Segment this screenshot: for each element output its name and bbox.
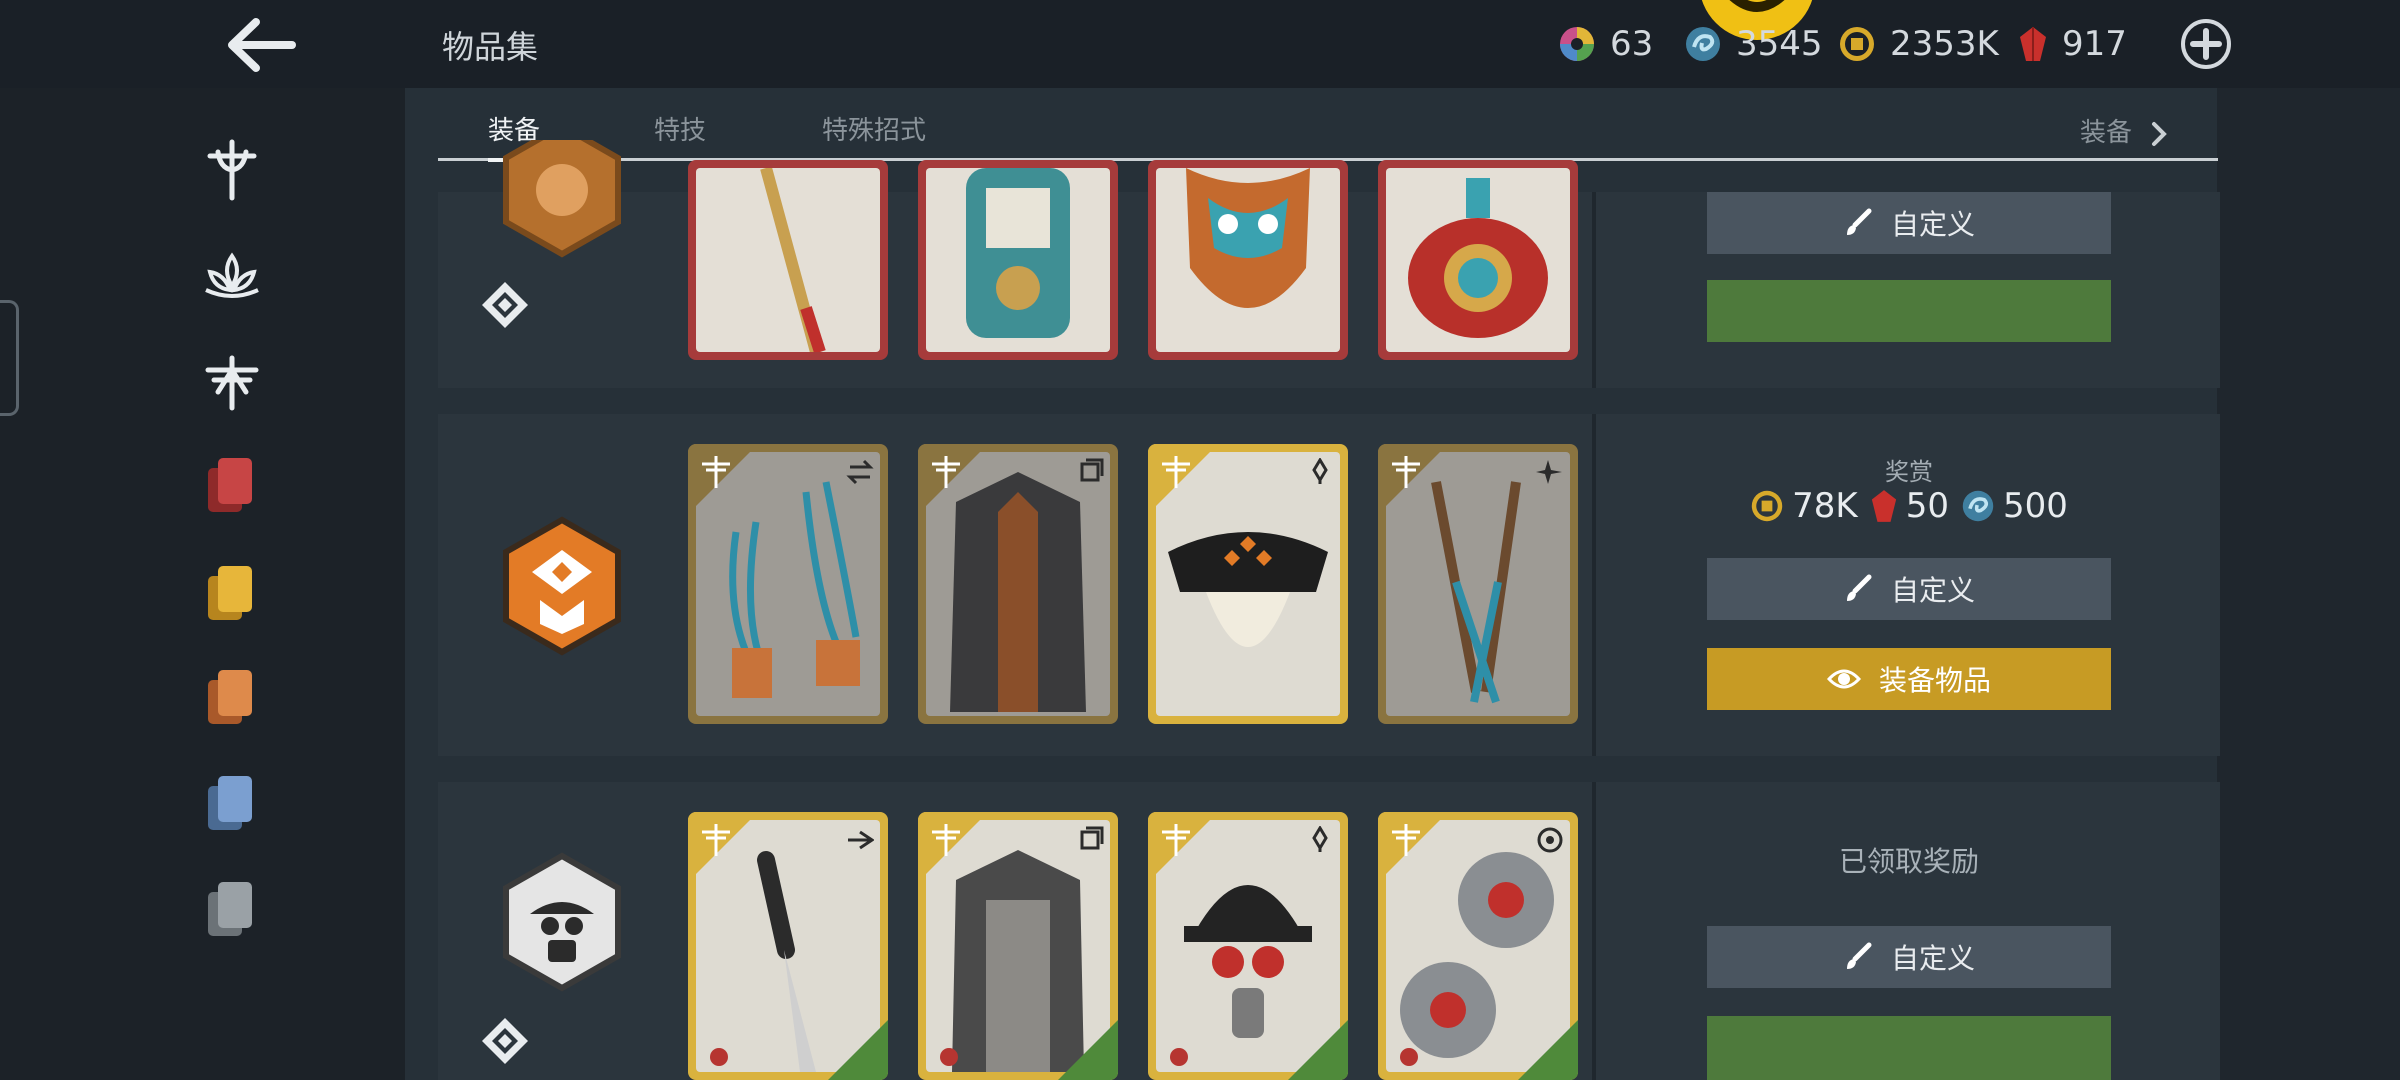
add-currency-button[interactable] [2180,18,2232,70]
item-card-staff[interactable] [688,160,888,360]
side-drawer-handle[interactable] [0,300,19,416]
sidebar-item-grey-cards[interactable] [200,876,264,940]
new-indicator-dot [710,1048,728,1066]
reward-title: 奖赏 [1885,458,1933,486]
item-card-gas-mask[interactable] [1148,812,1348,1080]
spirit-swirl-icon [1962,490,1994,522]
sidebar-item-red-cards[interactable] [200,452,264,516]
diamond-rank-icon [480,280,530,330]
claim-reward-button-row3[interactable] [1707,1016,2111,1080]
spirit-swirl-icon [1686,27,1720,61]
new-indicator-dot [1170,1048,1188,1066]
coin-icon [1751,490,1783,522]
chevron-right-icon [2152,121,2168,146]
sidebar-item-dragonfly[interactable] [200,350,264,414]
yellow-cards-icon [208,566,252,620]
currency-coins: 2353K [1838,20,1999,68]
soldier-set-emblem [500,852,624,992]
sidebar-item-weapons[interactable] [200,138,264,202]
brush-icon [1846,208,1872,235]
back-button[interactable] [222,14,298,76]
item-card-chakrams[interactable] [1378,812,1578,1080]
plus-circle-icon [2181,19,2231,69]
item-card-monkey-mask[interactable] [1148,160,1348,360]
customize-button-row1[interactable]: 自定义 [1707,192,2111,254]
diamond-rank-icon [480,1016,530,1066]
monkey-mask-icon [1186,168,1310,308]
currency-colors: 63 [1558,20,1653,68]
item-card-jacket[interactable] [918,812,1118,1080]
owned-check-corner [828,1020,888,1080]
gourd-icon [1408,178,1548,338]
lotus-icon [205,252,259,298]
coin-icon [1840,27,1874,61]
ninja-set-emblem [500,516,624,656]
ruby-gem-icon [1871,490,1896,522]
sidebar-item-lotus[interactable] [200,246,264,310]
equip-items-button[interactable]: 装备物品 [1707,648,2111,710]
blue-cards-icon [208,776,252,830]
ruby-gem-icon [2020,27,2046,61]
page-title: 物品集 [442,28,539,66]
claws-icon [729,481,860,698]
owned-check-corner [1518,1020,1578,1080]
red-cards-icon [208,458,252,512]
item-card-claws[interactable] [688,444,888,724]
staff-icon [760,168,826,352]
dragonfly-icon [205,355,259,411]
new-indicator-dot [940,1048,958,1066]
owned-check-corner [1288,1020,1348,1080]
tab-perks[interactable]: 特技 [654,110,706,147]
reward-summary: 78K 50 500 [1707,486,2111,526]
currency-spirit: 3545 [1684,20,1823,68]
reward-claimed-label: 已领取奖励 [1838,845,1979,878]
item-card-sai-daggers[interactable] [1378,444,1578,724]
sidebar-item-blue-cards[interactable] [200,770,264,834]
tab-special-moves[interactable]: 特殊招式 [822,110,926,147]
claim-reward-button-row1[interactable] [1707,280,2111,342]
sidebar-item-orange-cards[interactable] [200,664,264,728]
item-card-straw-hat[interactable] [1148,444,1348,724]
color-wheel-icon [1560,27,1594,61]
arrow-left-icon [228,18,296,72]
eye-icon [1826,669,1861,689]
new-indicator-dot [1400,1048,1418,1066]
item-card-gourd[interactable] [1378,160,1578,360]
currency-gems: 917 [2018,20,2127,68]
grey-cards-icon [208,882,252,936]
item-card-knife[interactable] [688,812,888,1080]
sai-daggers-icon [1431,481,1521,704]
monkey-set-emblem [500,122,624,258]
sidebar-item-yellow-cards[interactable] [200,560,264,624]
brush-icon [1846,574,1872,601]
straw-hat-mask-icon [1168,532,1328,647]
customize-button-row2[interactable]: 自定义 [1707,558,2111,620]
trident-icon [207,139,257,201]
next-category-button[interactable]: 装备 [2080,112,2170,149]
item-card-robe[interactable] [918,444,1118,724]
customize-button-row3[interactable]: 自定义 [1707,926,2111,988]
owned-check-corner [1058,1020,1118,1080]
armor-icon [966,168,1070,338]
item-card-armor[interactable] [918,160,1118,360]
brush-icon [1846,942,1872,969]
robe-icon [950,472,1086,712]
orange-cards-icon [208,670,252,724]
